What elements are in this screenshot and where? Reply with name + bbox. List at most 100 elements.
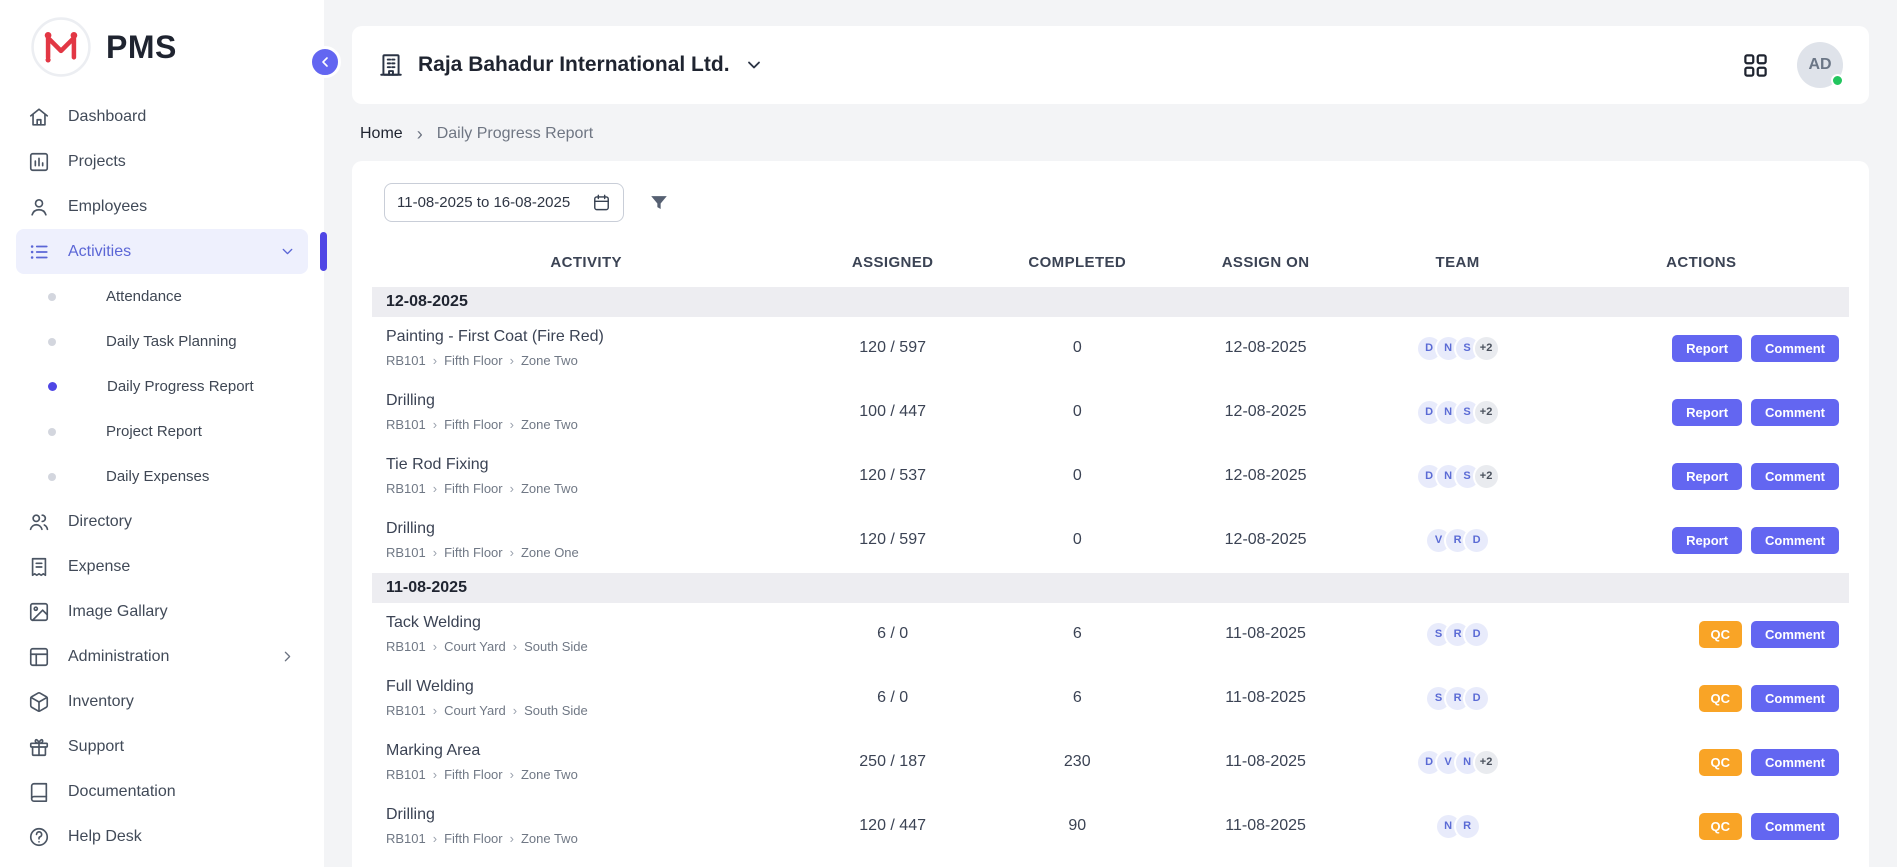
bullet-dot-icon	[48, 428, 56, 436]
team-avatars: DNS+2	[1370, 399, 1546, 426]
actions-cell: QC Comment	[1554, 603, 1849, 667]
sidebar-item-administration[interactable]: Administration	[16, 634, 308, 679]
sidebar-sub-list: AttendanceDaily Task PlanningDaily Progr…	[16, 274, 308, 499]
activity-name: Marking Area	[386, 742, 792, 760]
report-button[interactable]: Report	[1672, 463, 1742, 490]
qc-button[interactable]: QC	[1699, 685, 1743, 712]
actions-cell: Report Comment	[1554, 509, 1849, 573]
completed-cell: 0	[985, 381, 1170, 445]
team-avatars: DNS+2	[1370, 463, 1546, 490]
chevron-down-icon	[279, 243, 296, 260]
assign-on-cell: 12-08-2025	[1170, 317, 1362, 381]
sidebar-item-documentation[interactable]: Documentation	[16, 769, 308, 814]
assign-on-cell: 12-08-2025	[1170, 381, 1362, 445]
path-segment: RB101	[386, 703, 426, 718]
sidebar-item-image-gallary[interactable]: Image Gallary	[16, 589, 308, 634]
logo-text: PMS	[106, 29, 177, 66]
team-avatar: R	[1454, 813, 1481, 840]
path-segment: Fifth Floor	[444, 831, 503, 846]
sidebar-item-project-report[interactable]: Project Report	[16, 409, 308, 454]
activity-cell: DrillingRB101›Fifth Floor›Zone Two	[372, 381, 800, 445]
column-header: ASSIGNED	[800, 240, 985, 287]
chevron-right-icon: ›	[510, 417, 514, 432]
activity-row: DrillingRB101›Fifth Floor›Zone Two100 / …	[372, 381, 1849, 445]
user-avatar[interactable]: AD	[1797, 42, 1843, 88]
qc-button[interactable]: QC	[1699, 621, 1743, 648]
comment-button[interactable]: Comment	[1751, 527, 1839, 554]
activity-name: Drilling	[386, 520, 792, 538]
team-more-badge[interactable]: +2	[1473, 463, 1500, 490]
actions-group: QC Comment	[1562, 621, 1841, 648]
assign-on-cell: 12-08-2025	[1170, 509, 1362, 573]
actions-group: Report Comment	[1562, 335, 1841, 362]
team-cell: DNS+2	[1362, 317, 1554, 381]
comment-button[interactable]: Comment	[1751, 621, 1839, 648]
sidebar-item-inventory[interactable]: Inventory	[16, 679, 308, 724]
report-button[interactable]: Report	[1672, 399, 1742, 426]
chevron-right-icon: ›	[510, 353, 514, 368]
sidebar-item-expense[interactable]: Expense	[16, 544, 308, 589]
sidebar-item-attendance[interactable]: Attendance	[16, 274, 308, 319]
sidebar-item-employees[interactable]: Employees	[16, 184, 308, 229]
breadcrumb-chevron-icon: ›	[417, 125, 423, 143]
app-logo[interactable]: PMS	[0, 0, 324, 94]
sidebar-item-activities[interactable]: Activities	[16, 229, 308, 274]
path-segment: Court Yard	[444, 639, 506, 654]
comment-button[interactable]: Comment	[1751, 335, 1839, 362]
sidebar-item-label: Employees	[68, 198, 147, 216]
team-cell: NR	[1362, 795, 1554, 859]
comment-button[interactable]: Comment	[1751, 813, 1839, 840]
avatar-initials: AD	[1808, 56, 1831, 74]
path-segment: Fifth Floor	[444, 481, 503, 496]
apps-grid-icon[interactable]	[1742, 52, 1769, 79]
qc-button[interactable]: QC	[1699, 813, 1743, 840]
comment-button[interactable]: Comment	[1751, 685, 1839, 712]
completed-cell: 0	[985, 509, 1170, 573]
comment-button[interactable]: Comment	[1751, 463, 1839, 490]
path-segment: Zone Two	[521, 417, 578, 432]
team-cell: DNS+2	[1362, 381, 1554, 445]
team-more-badge[interactable]: +2	[1473, 749, 1500, 776]
sidebar-item-label: Dashboard	[68, 108, 146, 126]
chevron-right-icon: ›	[510, 545, 514, 560]
filter-bar: 11-08-2025 to 16-08-2025	[372, 183, 1849, 222]
team-cell: SRD	[1362, 667, 1554, 731]
activity-name: Drilling	[386, 806, 792, 824]
assigned-cell: 120 / 597	[800, 509, 985, 573]
sidebar-item-directory[interactable]: Directory	[16, 499, 308, 544]
company-selector[interactable]: Raja Bahadur International Ltd.	[378, 52, 764, 78]
activity-name: Tie Rod Fixing	[386, 456, 792, 474]
sidebar-item-support[interactable]: Support	[16, 724, 308, 769]
date-range-input[interactable]: 11-08-2025 to 16-08-2025	[384, 183, 624, 222]
sidebar-item-daily-expenses[interactable]: Daily Expenses	[16, 454, 308, 499]
sidebar-item-daily-progress-report[interactable]: Daily Progress Report	[16, 364, 308, 409]
helpdesk-icon	[28, 826, 50, 848]
comment-button[interactable]: Comment	[1751, 399, 1839, 426]
team-more-badge[interactable]: +2	[1473, 335, 1500, 362]
topbar: Raja Bahadur International Ltd. AD	[352, 26, 1869, 104]
comment-button[interactable]: Comment	[1751, 749, 1839, 776]
sidebar-collapse-button[interactable]	[309, 46, 341, 78]
activity-name: Full Welding	[386, 678, 792, 696]
report-button[interactable]: Report	[1672, 335, 1742, 362]
qc-button[interactable]: QC	[1699, 749, 1743, 776]
sidebar-item-daily-task-planning[interactable]: Daily Task Planning	[16, 319, 308, 364]
team-more-badge[interactable]: +2	[1473, 399, 1500, 426]
report-button[interactable]: Report	[1672, 527, 1742, 554]
projects-icon	[28, 151, 50, 173]
sidebar-item-help-desk[interactable]: Help Desk	[16, 814, 308, 859]
chevron-right-icon: ›	[433, 353, 437, 368]
breadcrumb-home[interactable]: Home	[360, 125, 403, 143]
activity-row: DrillingRB101›Fifth Floor›Zone Two120 / …	[372, 795, 1849, 859]
path-segment: Fifth Floor	[444, 545, 503, 560]
bullet-dot-icon	[48, 473, 56, 481]
sidebar-item-projects[interactable]: Projects	[16, 139, 308, 184]
path-segment: RB101	[386, 639, 426, 654]
chevron-right-icon: ›	[510, 481, 514, 496]
completed-cell: 90	[985, 795, 1170, 859]
sidebar-item-label: Help Desk	[68, 828, 142, 846]
filter-icon[interactable]	[648, 192, 670, 214]
inventory-icon	[28, 691, 50, 713]
sidebar-item-dashboard[interactable]: Dashboard	[16, 94, 308, 139]
activity-cell: Marking AreaRB101›Fifth Floor›Zone Two	[372, 731, 800, 795]
